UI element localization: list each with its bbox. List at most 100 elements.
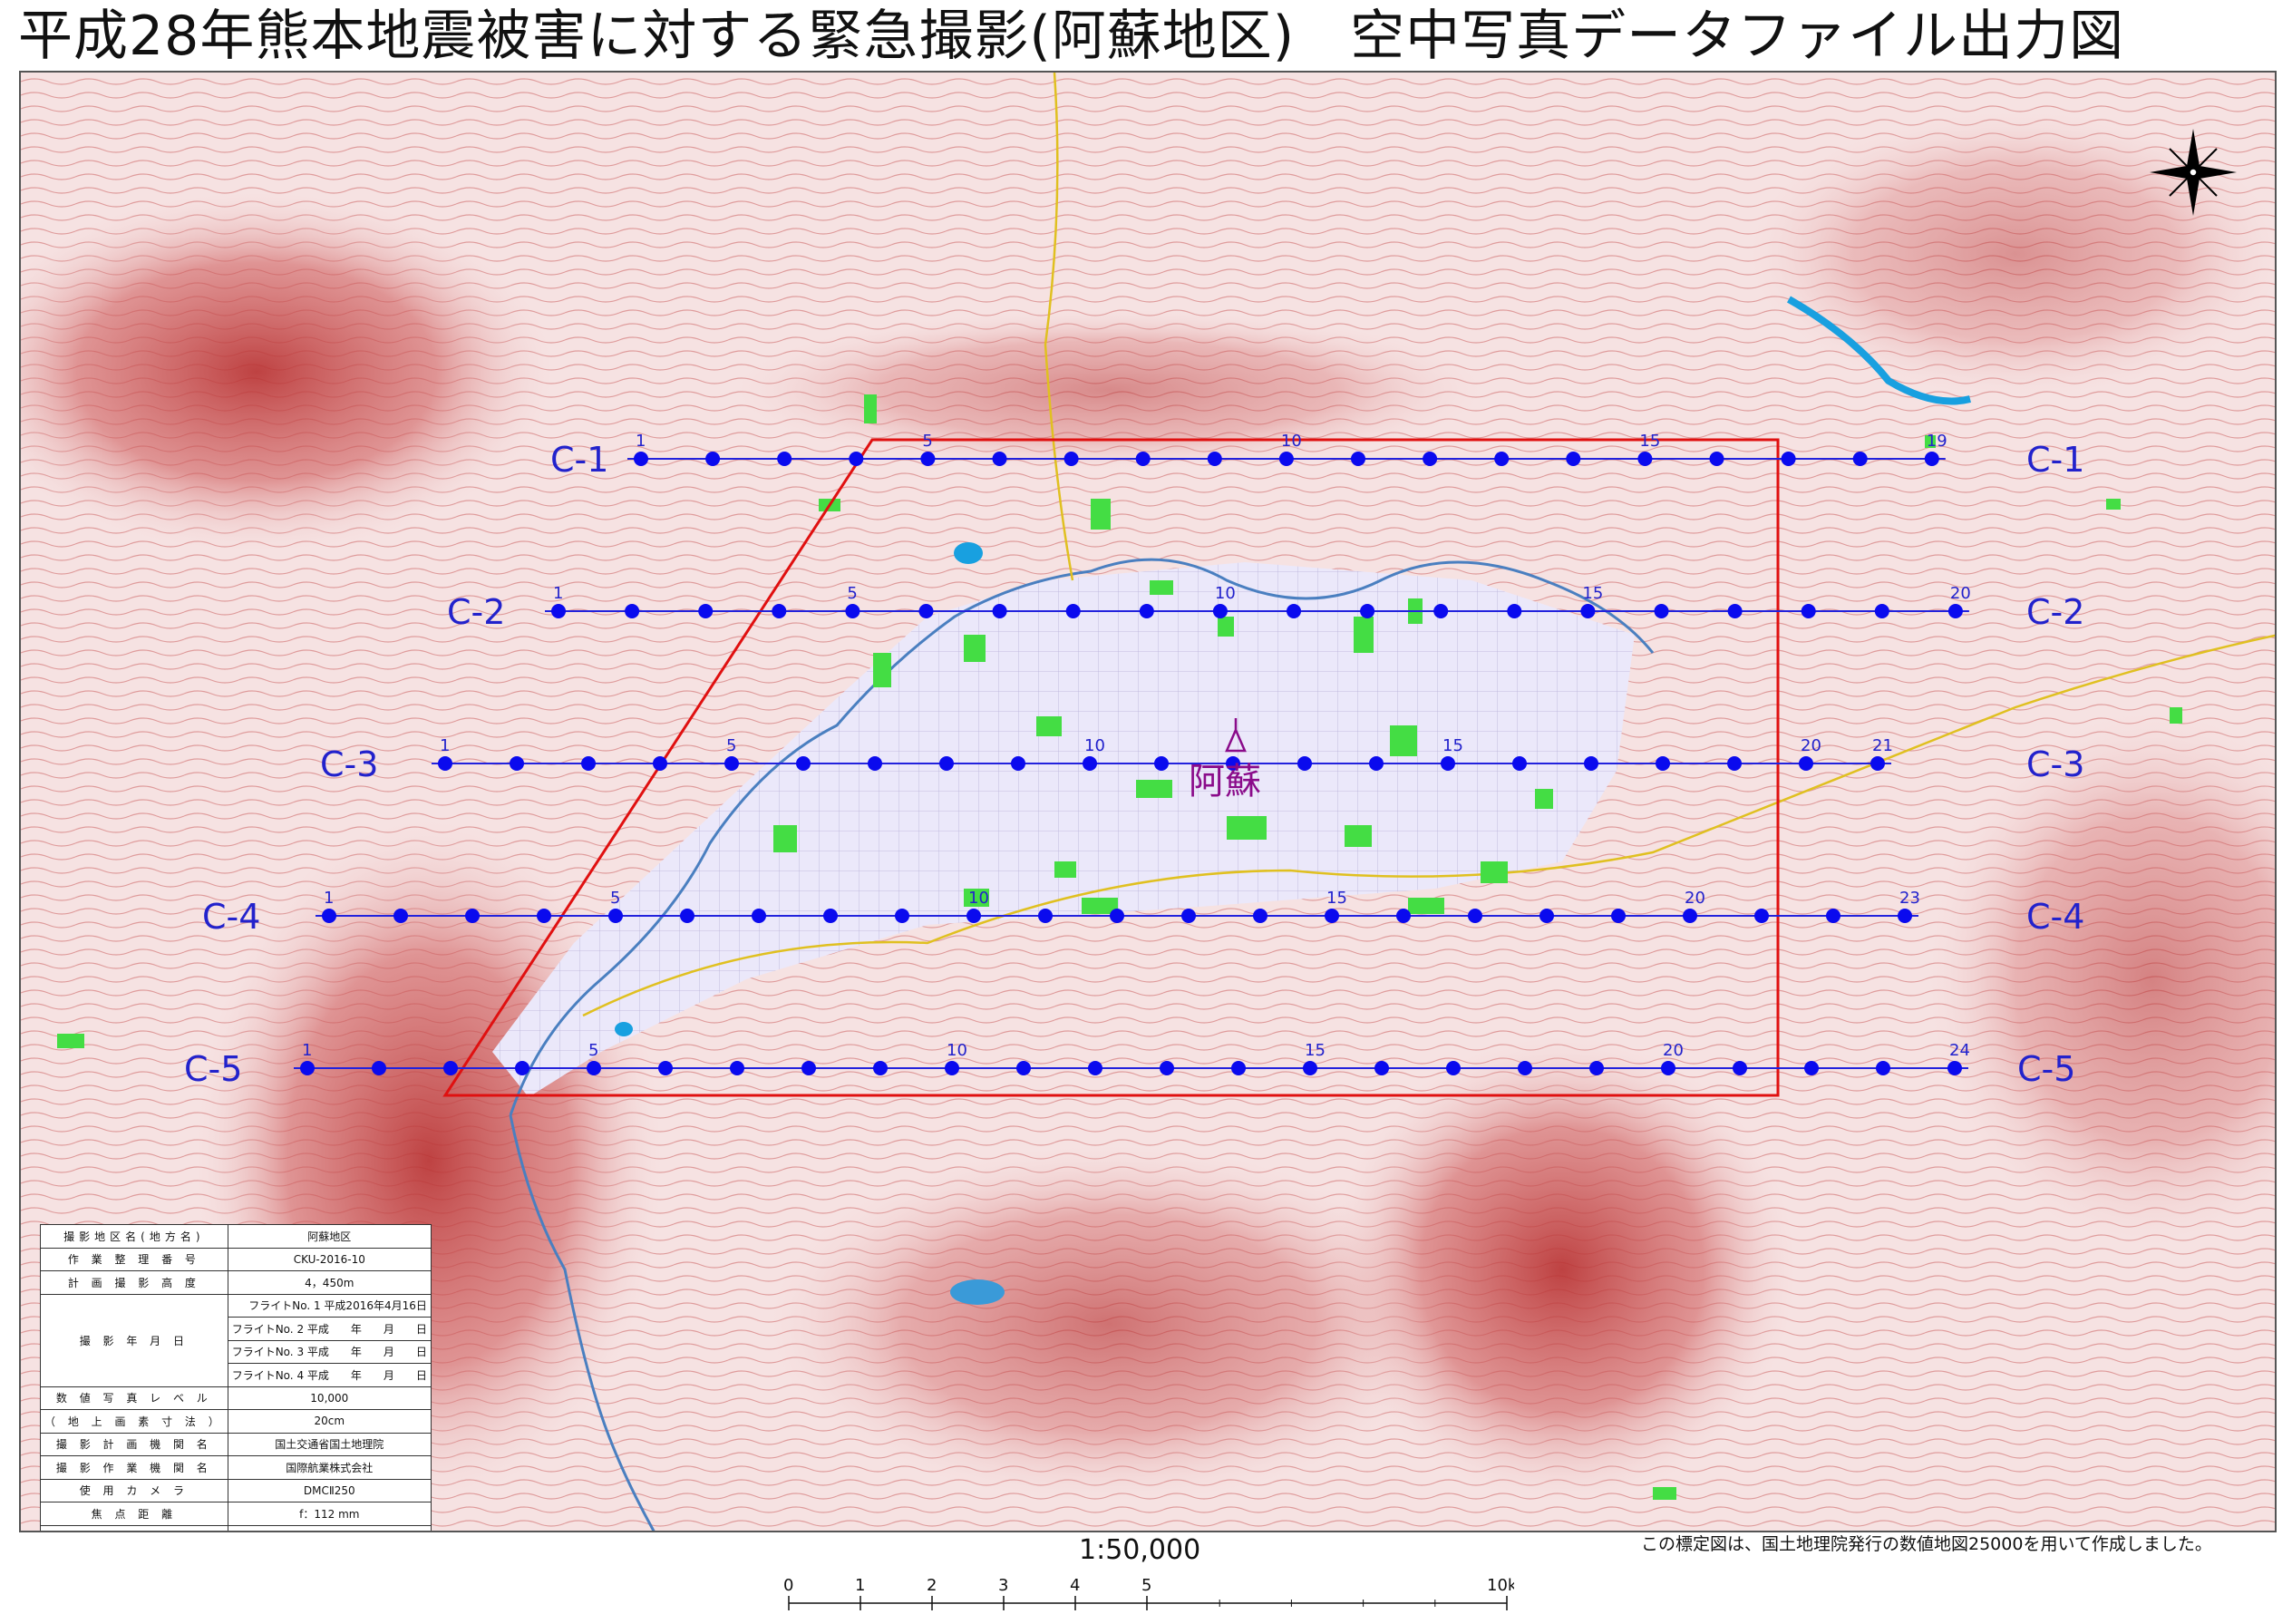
photo-point <box>625 604 640 618</box>
photo-point <box>581 756 596 771</box>
info-value: フライトNo. 2 平成 年 月 日 <box>227 1317 432 1341</box>
photo-point <box>1507 604 1522 618</box>
photo-point <box>658 1061 673 1075</box>
info-row: 作 業 整 理 番 号 CKU-2016-10 <box>40 1247 432 1271</box>
photo-point <box>1661 1061 1675 1075</box>
photo-point <box>1804 1061 1819 1075</box>
course-label-left: C-2 <box>447 592 505 632</box>
info-label: 撮 影 作 業 機 関 名 <box>40 1455 228 1480</box>
course-label-left: C-4 <box>202 897 260 937</box>
photo-point <box>1088 1061 1102 1075</box>
photo-point <box>1727 756 1742 771</box>
photo-point <box>1016 1061 1031 1075</box>
photo-number-label: 1 <box>553 584 563 603</box>
scale-tick-label: 1 <box>855 1578 865 1595</box>
photo-point <box>515 1061 529 1075</box>
photo-point <box>322 909 336 923</box>
flight-info-table: 撮影地区名(地方名) 阿蘇地区作 業 整 理 番 号 CKU-2016-10 計 画 … <box>40 1224 432 1531</box>
photo-point <box>1852 452 1868 466</box>
photo-point <box>777 452 792 466</box>
photo-point <box>1374 1061 1389 1075</box>
photo-number-label: 20 <box>1685 889 1705 908</box>
info-value: 5コース <box>227 1524 432 1531</box>
course-label-left: C-3 <box>320 744 378 784</box>
photo-number-label: 15 <box>1305 1041 1326 1060</box>
info-label: 撮 影 計 画 機 関 名 <box>40 1432 228 1456</box>
photo-point <box>1065 604 1081 618</box>
info-row: 数 値 写 真 レ ベ ル 10,000 <box>40 1386 432 1410</box>
photo-point <box>1580 604 1596 618</box>
photo-point <box>1351 452 1365 466</box>
photo-point <box>1278 452 1294 466</box>
photo-point <box>868 756 882 771</box>
info-row: コ ー ス 数5コース <box>40 1524 432 1531</box>
photo-point <box>551 604 566 618</box>
photo-point <box>1360 604 1375 618</box>
scale-ratio: 1:50,000 <box>1079 1534 1201 1566</box>
info-label: 焦 点 距 離 <box>40 1502 228 1526</box>
info-row: 計 画 撮 影 高 度 4，450m <box>40 1270 432 1295</box>
info-row: 撮影地区名(地方名) 阿蘇地区 <box>40 1224 432 1249</box>
photo-point <box>705 452 721 466</box>
info-value: 10,000 <box>227 1386 432 1410</box>
photo-point <box>1801 604 1816 618</box>
photo-point <box>1874 604 1889 618</box>
photo-point <box>393 909 408 923</box>
photo-point <box>992 452 1007 466</box>
photo-point <box>1494 452 1510 466</box>
photo-point <box>873 1061 888 1075</box>
photo-number-label: 20 <box>1663 1041 1684 1060</box>
photo-point <box>1181 909 1196 923</box>
photo-point <box>1754 909 1769 923</box>
lake-crater <box>950 1279 1005 1305</box>
photo-point <box>796 756 811 771</box>
info-row: 使 用 カ メ ラ DMCⅡ250 <box>40 1478 432 1502</box>
photo-point <box>1154 756 1169 771</box>
course-label-right: C-3 <box>2026 744 2084 784</box>
photo-number-label: 20 <box>1950 584 1971 603</box>
course-label-left: C-5 <box>184 1049 242 1089</box>
photo-point <box>1898 909 1912 923</box>
photo-number-label: 5 <box>726 736 736 755</box>
photo-point <box>1325 909 1339 923</box>
photo-point <box>1733 1061 1747 1075</box>
photo-number-label: 20 <box>1801 736 1821 755</box>
info-value: 4，450m <box>227 1270 432 1295</box>
map-area[interactable]: C-1 C-1 1 5 10 15 19 C-2 C-2 1 5 10 15 20 C-3 C-3 1 5 10 15… <box>19 71 2277 1532</box>
photo-number-label: 1 <box>324 889 334 908</box>
photo-point <box>1709 452 1724 466</box>
photo-point <box>300 1061 315 1075</box>
photo-point <box>1396 909 1411 923</box>
info-row: 撮 影 計 画 機 関 名国土交通省国土地理院 <box>40 1432 432 1456</box>
photo-point <box>845 604 860 618</box>
photo-point <box>918 604 934 618</box>
info-label: 使 用 カ メ ラ <box>40 1478 228 1502</box>
photo-number-label: 24 <box>1949 1041 1970 1060</box>
photo-number-label: 1 <box>636 432 646 451</box>
info-value: CKU-2016-10 <box>227 1247 432 1271</box>
photo-point <box>1083 756 1097 771</box>
photo-point <box>465 909 480 923</box>
info-value: 国土交通省国土地理院 <box>227 1432 432 1456</box>
course-label-right: C-5 <box>2017 1049 2075 1089</box>
photo-point <box>1139 604 1154 618</box>
info-value: フライトNo. 4 平成 年 月 日 <box>227 1363 432 1387</box>
photo-point <box>1303 1061 1317 1075</box>
photo-point <box>1799 756 1813 771</box>
course-label-right: C-1 <box>2026 440 2084 480</box>
photo-point <box>1038 909 1053 923</box>
scale-tick-label: 0 <box>783 1578 793 1595</box>
relief-south-center <box>764 1143 1453 1505</box>
info-value: f：112 mm <box>227 1502 432 1526</box>
info-row: 撮 影 年 月 日フライトNo. 1 平成2016年4月16日 <box>40 1293 432 1387</box>
info-value: 阿蘇地区 <box>227 1224 432 1249</box>
photo-point <box>653 756 667 771</box>
info-row: 焦 点 距 離 f：112 mm <box>40 1502 432 1526</box>
photo-point <box>1297 756 1312 771</box>
photo-point <box>1947 604 1963 618</box>
info-label: 撮 影 年 月 日 <box>40 1293 228 1387</box>
photo-point <box>1947 1061 1962 1075</box>
photo-point <box>772 604 787 618</box>
photo-point <box>1369 756 1384 771</box>
scale-tick-label: 3 <box>998 1578 1008 1595</box>
